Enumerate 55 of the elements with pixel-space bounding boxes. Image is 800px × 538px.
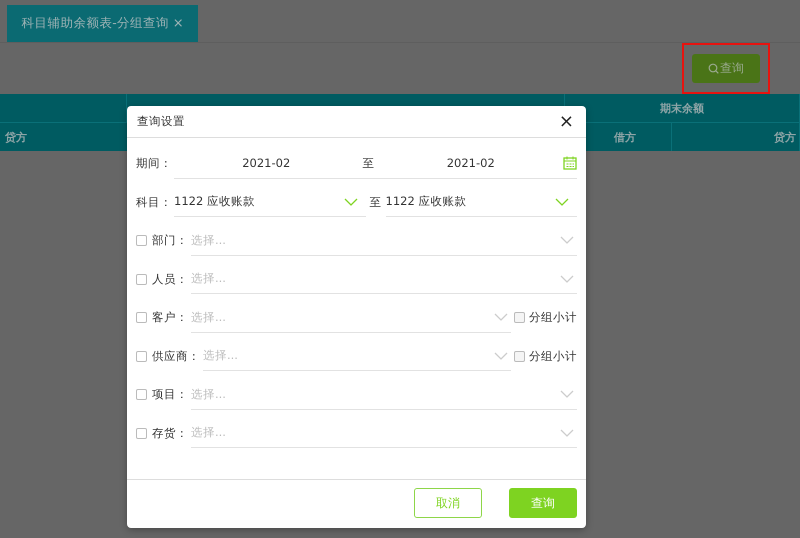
placeholder-text: 选择... [191, 271, 226, 286]
checkbox[interactable] [136, 428, 147, 438]
subtotal-label: 分组小计 [529, 348, 577, 364]
filter-label: 供应商： [152, 348, 200, 364]
chevron-down-icon[interactable] [344, 198, 358, 206]
period-field[interactable]: 2021-02 至 2021-02 [174, 148, 577, 178]
select-field[interactable]: 选择... [191, 226, 577, 256]
chevron-down-icon[interactable] [560, 390, 574, 398]
subject-label: 科目： [136, 194, 173, 210]
period-end: 2021-02 [446, 156, 496, 170]
period-start: 2021-02 [241, 156, 292, 170]
checkbox[interactable] [136, 350, 147, 362]
chevron-down-icon[interactable] [560, 236, 574, 244]
checkbox[interactable] [136, 389, 147, 400]
select-field[interactable]: 选择... [191, 264, 577, 294]
subtotal-label: 分组小计 [529, 310, 577, 325]
chevron-down-icon[interactable] [494, 352, 508, 360]
page-tab[interactable]: 科目辅助余额表-分组查询 × [7, 5, 198, 42]
subject-end: 1122 应收账款 [386, 194, 466, 209]
cancel-button[interactable]: 取消 [414, 488, 482, 518]
subject-start: 1122 应收账款 [174, 194, 255, 209]
column-header: 贷方 [672, 123, 800, 151]
checkbox[interactable] [514, 312, 525, 323]
chevron-down-icon[interactable] [494, 313, 508, 321]
range-separator: 至 [368, 194, 382, 210]
select-field[interactable]: 选择... [191, 418, 577, 448]
placeholder-text: 选择... [191, 232, 226, 248]
tab-title: 科目辅助余额表-分组查询 [21, 15, 169, 32]
placeholder-text: 选择... [191, 386, 226, 402]
chevron-down-icon[interactable] [560, 428, 574, 436]
query-button[interactable]: 查询 [509, 488, 577, 518]
select-field[interactable]: 选择... [203, 341, 511, 371]
period-label: 期间： [136, 155, 173, 172]
query-button[interactable]: 查询 [692, 54, 760, 83]
search-icon [708, 63, 719, 74]
filter-label: 部门： [152, 233, 188, 248]
filter-label: 客户： [152, 310, 188, 325]
select-field[interactable]: 1122 应收账款 [386, 187, 577, 217]
select-field[interactable]: 1122 应收账款 [174, 187, 366, 217]
filter-label: 项目： [152, 387, 188, 402]
select-field[interactable]: 选择... [191, 302, 511, 332]
placeholder-text: 选择... [191, 310, 226, 324]
checkbox[interactable] [136, 274, 147, 284]
checkbox[interactable] [514, 350, 525, 362]
filter-label: 人员： [152, 272, 188, 286]
placeholder-text: 选择... [191, 425, 226, 440]
checkbox[interactable] [136, 235, 147, 246]
chevron-down-icon[interactable] [560, 274, 574, 282]
filter-label: 存货： [152, 426, 188, 440]
chevron-down-icon[interactable] [555, 198, 569, 206]
placeholder-text: 选择... [203, 348, 238, 363]
select-field[interactable]: 选择... [191, 380, 577, 410]
checkbox[interactable] [136, 312, 147, 323]
calendar-icon[interactable] [563, 156, 577, 170]
range-separator: 至 [362, 156, 376, 170]
